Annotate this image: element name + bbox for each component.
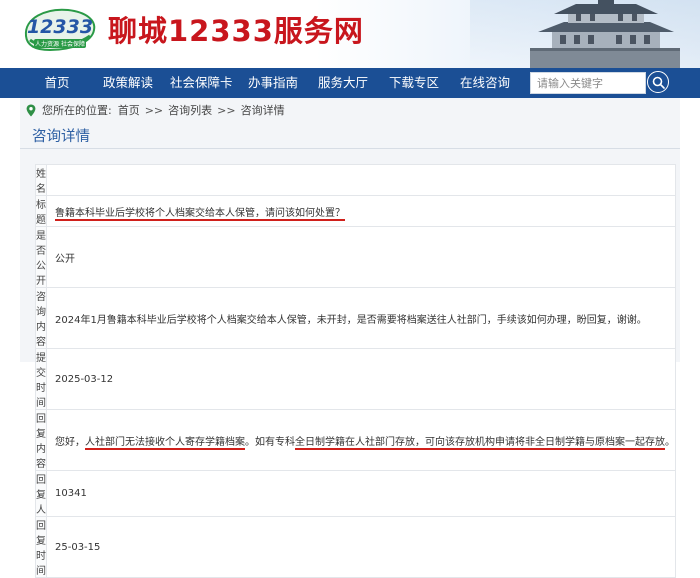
location-pin-icon xyxy=(26,104,36,116)
submit-time-value: 2025-03-12 xyxy=(46,348,676,410)
public-label: 是否公开 xyxy=(35,226,47,288)
main-nav: 首页 政策解读 社会保障卡 办事指南 服务大厅 下载专区 在线咨询 xyxy=(0,68,700,98)
table-row: 回复时间 25-03-15 xyxy=(35,516,676,578)
svg-text:12333: 12333 xyxy=(27,16,93,38)
reply-text-3: 。如有专科 xyxy=(245,436,295,448)
breadcrumb-list-link[interactable]: 咨询列表 xyxy=(168,102,212,118)
table-row: 咨询内容 2024年1月鲁籍本科毕业后学校将个人档案交给本人保管，未开封，是否需… xyxy=(35,287,676,349)
nav-item-consult[interactable]: 在线咨询 xyxy=(457,68,513,98)
table-row: 是否公开 公开 xyxy=(35,226,676,288)
section-divider xyxy=(20,148,680,149)
12333-logo-icon[interactable]: 12333 人力资源 社会保障 xyxy=(20,6,100,54)
reply-time-label: 回复时间 xyxy=(35,516,47,578)
reply-text-5: 。 xyxy=(665,436,675,448)
nav-item-home[interactable]: 首页 xyxy=(36,68,78,98)
nav-item-guide[interactable]: 办事指南 xyxy=(245,68,301,98)
breadcrumb-separator: >> xyxy=(144,103,164,117)
search-button[interactable] xyxy=(647,71,669,93)
table-row: 回复人 10341 xyxy=(35,470,676,517)
breadcrumb-home-link[interactable]: 首页 xyxy=(118,102,140,118)
consultation-detail-table: 姓名 标题 鲁籍本科毕业后学校将个人档案交给本人保管，请问该如何处置？ 是否公开… xyxy=(35,164,676,578)
table-row: 提交时间 2025-03-12 xyxy=(35,348,676,410)
reply-text-2: 人社部门无法接收个人寄存学籍档案 xyxy=(85,436,245,448)
nav-item-social-card[interactable]: 社会保障卡 xyxy=(170,68,233,98)
content-value: 2024年1月鲁籍本科毕业后学校将个人档案交给本人保管，未开封，是否需要将档案送… xyxy=(46,287,676,349)
search-input[interactable] xyxy=(530,72,646,94)
reply-content-value: 您好，人社部门无法接收个人寄存学籍档案。如有专科全日制学籍在人社部门存放，可向该… xyxy=(46,409,676,471)
nav-item-policy[interactable]: 政策解读 xyxy=(100,68,156,98)
name-value xyxy=(46,164,676,196)
content-label: 咨询内容 xyxy=(35,287,47,349)
city-gate-tower-image xyxy=(470,0,700,68)
replier-value: 10341 xyxy=(46,470,676,517)
replier-label: 回复人 xyxy=(35,470,47,517)
site-title: 聊城12333服务网 xyxy=(108,14,364,48)
table-row: 回复内容 您好，人社部门无法接收个人寄存学籍档案。如有专科全日制学籍在人社部门存… xyxy=(35,409,676,471)
title-label: 标题 xyxy=(35,195,47,227)
breadcrumb-current: 咨询详情 xyxy=(240,104,285,117)
reply-text-1: 您好， xyxy=(55,436,85,448)
page-title: 咨询详情 xyxy=(32,129,90,145)
reply-text-4: 全日制学籍在人社部门存放，可向该存放机构申请将非全日制学籍与原档案一起存放 xyxy=(295,436,665,448)
nav-item-service-hall[interactable]: 服务大厅 xyxy=(315,68,371,98)
table-row: 姓名 xyxy=(35,164,676,196)
search-icon xyxy=(652,76,665,89)
reply-time-value: 25-03-15 xyxy=(46,516,676,578)
reply-content-label: 回复内容 xyxy=(35,409,47,471)
breadcrumb-prefix: 您所在的位置: xyxy=(42,104,112,117)
public-value: 公开 xyxy=(46,226,676,288)
breadcrumb: 您所在的位置: 首页 >> 咨询列表 >> 咨询详情 xyxy=(26,102,285,118)
table-row: 标题 鲁籍本科毕业后学校将个人档案交给本人保管，请问该如何处置？ xyxy=(35,195,676,227)
breadcrumb-separator: >> xyxy=(217,103,236,117)
title-value: 鲁籍本科毕业后学校将个人档案交给本人保管，请问该如何处置？ xyxy=(55,207,345,219)
nav-item-download[interactable]: 下载专区 xyxy=(386,68,442,98)
submit-time-label: 提交时间 xyxy=(35,348,47,410)
site-header: 12333 人力资源 社会保障 聊城12333服务网 xyxy=(0,0,700,68)
svg-text:人力资源 社会保障: 人力资源 社会保障 xyxy=(35,40,85,48)
name-label: 姓名 xyxy=(35,164,47,196)
content-card: 您所在的位置: 首页 >> 咨询列表 >> 咨询详情 咨询详情 姓名 标题 鲁籍… xyxy=(20,98,680,578)
